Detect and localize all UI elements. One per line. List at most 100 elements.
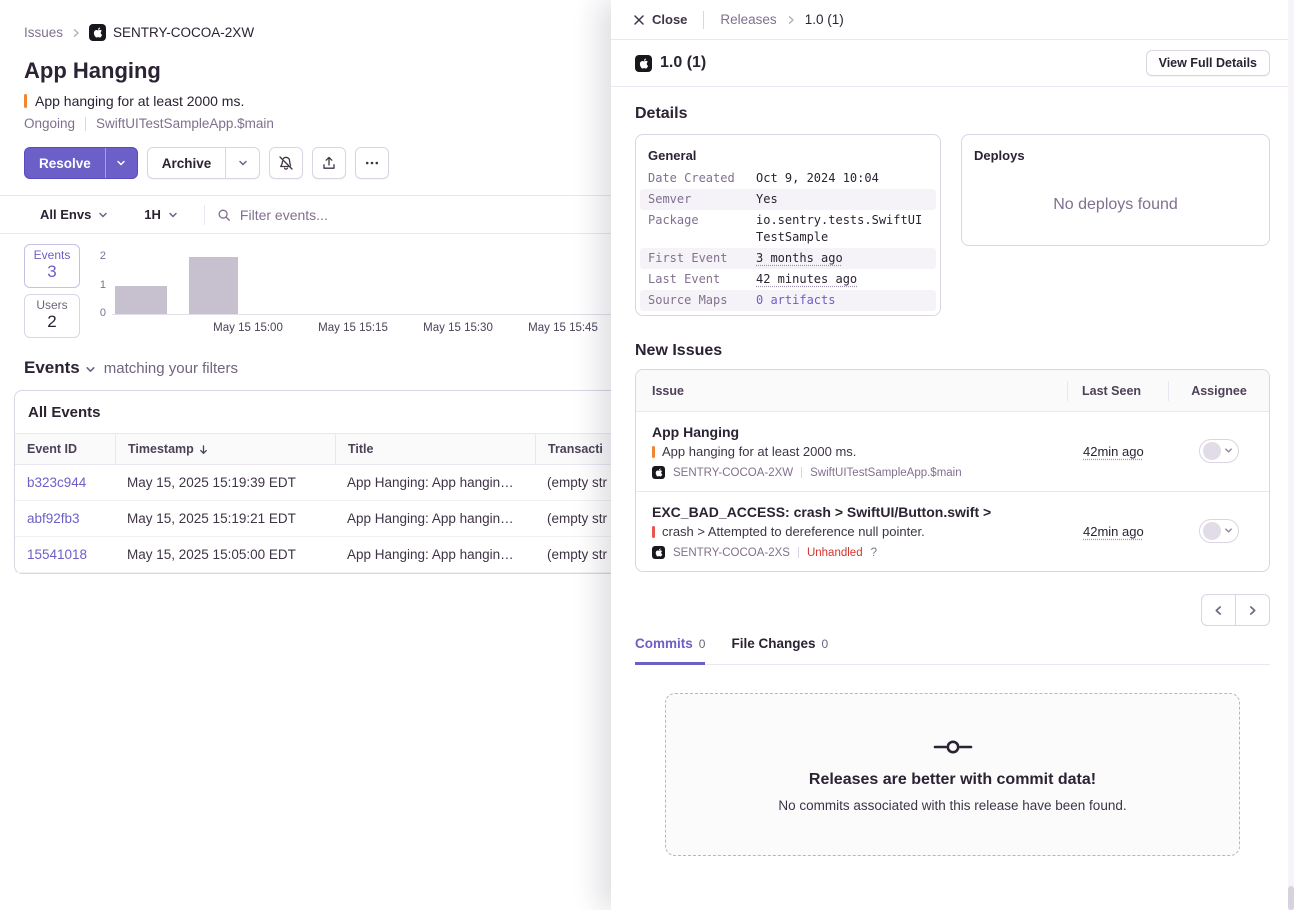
kv-row-first-event: First Event 3 months ago (640, 248, 936, 269)
events-section-toggle[interactable]: Events (24, 358, 96, 378)
scrollbar-track[interactable] (1288, 0, 1294, 910)
chevron-down-icon (85, 364, 96, 375)
column-header-timestamp[interactable]: Timestamp (115, 434, 335, 464)
event-row: abf92fb3 May 15, 2025 15:19:21 EDT App H… (15, 501, 611, 537)
details-cards: General Date Created Oct 9, 2024 10:04 S… (635, 134, 1270, 316)
kv-row-last-event: Last Event 42 minutes ago (640, 269, 936, 290)
view-full-details-button[interactable]: View Full Details (1146, 50, 1270, 76)
column-header-last-seen: Last Seen (1068, 384, 1168, 398)
drawer-header: Close Releases 1.0 (1) (611, 0, 1294, 40)
filter-bar: All Envs 1H (0, 195, 611, 234)
events-section-title: Events (24, 358, 80, 378)
chart-bar (189, 257, 238, 314)
column-header-transaction[interactable]: Transacti (535, 434, 611, 464)
chart-plot (112, 257, 611, 315)
chevron-down-icon (238, 158, 248, 168)
tab-commits[interactable]: Commits 0 (635, 636, 705, 665)
kv-key: Package (648, 212, 756, 246)
date-range-selector-label: 1H (144, 207, 161, 222)
column-header-title[interactable]: Title (335, 434, 535, 464)
resolve-button[interactable]: Resolve (25, 148, 105, 178)
issue-title-link[interactable]: App Hanging (652, 424, 1069, 440)
scrollbar-thumb[interactable] (1288, 886, 1294, 910)
event-id-link[interactable]: abf92fb3 (15, 501, 115, 536)
issue-message-line: crash > Attempted to dereference null po… (652, 524, 1069, 539)
unhandled-tag: Unhandled (807, 547, 863, 559)
issue-title-link[interactable]: EXC_BAD_ACCESS: crash > SwiftUI/Button.s… (652, 504, 1069, 520)
event-transaction: (empty str (535, 501, 611, 536)
share-button[interactable] (312, 147, 346, 179)
help-icon[interactable]: ? (871, 547, 877, 559)
breadcrumb: Issues SENTRY-COCOA-2XW (0, 0, 611, 41)
issue-assignee-cell (1169, 439, 1269, 465)
chevron-right-icon (1247, 605, 1258, 616)
assignee-dropdown[interactable] (1199, 519, 1239, 543)
new-issues-heading: New Issues (635, 342, 1270, 360)
search-icon (217, 208, 231, 222)
deploys-empty-text: No deploys found (966, 168, 1265, 241)
kv-key: Source Maps (648, 292, 756, 309)
graph-stats: Events 3 Users 2 (24, 244, 80, 338)
breadcrumb-releases-link[interactable]: Releases (720, 12, 776, 27)
archive-dropdown-button[interactable] (225, 148, 259, 178)
issue-message: App hanging for at least 2000 ms. (35, 93, 244, 109)
tab-file-changes[interactable]: File Changes 0 (731, 636, 828, 665)
new-issue-row: EXC_BAD_ACCESS: crash > SwiftUI/Button.s… (636, 492, 1269, 571)
close-drawer-button[interactable]: Close (633, 12, 687, 27)
breadcrumb-issues-link[interactable]: Issues (24, 25, 63, 40)
details-heading: Details (635, 105, 1270, 123)
y-axis-tick: 1 (92, 279, 106, 291)
issue-context: SwiftUITestSampleApp.$main (810, 467, 961, 479)
issue-message-line: App hanging for at least 2000 ms. (652, 444, 1069, 459)
avatar-placeholder (1203, 522, 1221, 540)
previous-page-button[interactable] (1201, 594, 1236, 626)
issue-message: crash > Attempted to dereference null po… (662, 524, 925, 539)
x-axis-tick: May 15 15:30 (423, 322, 493, 334)
drawer-body: Details General Date Created Oct 9, 2024… (611, 87, 1294, 910)
events-stat-toggle[interactable]: Events 3 (24, 244, 80, 288)
tab-file-changes-count: 0 (821, 637, 828, 651)
chevron-down-icon (1224, 446, 1233, 455)
ellipsis-icon (364, 155, 380, 171)
event-id-link[interactable]: b323c944 (15, 465, 115, 500)
apple-platform-icon (652, 546, 665, 559)
date-range-selector[interactable]: 1H (144, 207, 178, 222)
users-stat-toggle[interactable]: Users 2 (24, 294, 80, 338)
environment-selector-label: All Envs (40, 207, 91, 222)
events-table-header: Event ID Timestamp Title Transacti (15, 433, 611, 465)
issue-project-slug: SENTRY-COCOA-2XW (673, 467, 793, 479)
archive-split-button: Archive (147, 147, 261, 179)
issue-substatus: Ongoing (24, 116, 75, 131)
issue-meta-line: SENTRY-COCOA-2XS Unhandled ? (652, 546, 1069, 559)
empty-state-title: Releases are better with commit data! (809, 771, 1096, 789)
event-transaction: (empty str (535, 465, 611, 500)
event-timestamp: May 15, 2025 15:19:21 EDT (115, 501, 335, 536)
source-maps-link[interactable]: 0 artifacts (756, 292, 835, 309)
issue-last-seen: 42min ago (1069, 523, 1169, 541)
more-actions-button[interactable] (355, 147, 389, 179)
assignee-dropdown[interactable] (1199, 439, 1239, 463)
close-icon (633, 14, 645, 26)
next-page-button[interactable] (1235, 594, 1270, 626)
kv-value: 42 minutes ago (756, 271, 857, 288)
kv-row-package: Package io.sentry.tests.SwiftUITestSampl… (640, 210, 936, 248)
column-header-event-id[interactable]: Event ID (15, 434, 115, 464)
event-title: App Hanging: App hangin… (335, 465, 535, 500)
archive-button[interactable]: Archive (148, 148, 226, 178)
breadcrumb-project[interactable]: SENTRY-COCOA-2XW (89, 24, 254, 41)
event-graph-section: Events 3 Users 2 2 1 0 May 15 15:00 May … (0, 234, 611, 338)
search-input[interactable] (240, 207, 595, 223)
issue-summary: EXC_BAD_ACCESS: crash > SwiftUI/Button.s… (636, 504, 1069, 559)
resolve-dropdown-button[interactable] (105, 148, 137, 178)
event-id-link[interactable]: 15541018 (15, 537, 115, 572)
kv-value: Oct 9, 2024 10:04 (756, 170, 879, 187)
x-axis-tick: May 15 15:15 (318, 322, 388, 334)
mute-button[interactable] (269, 147, 303, 179)
issue-action-bar: Resolve Archive (24, 147, 587, 195)
chevron-down-icon (168, 210, 178, 220)
event-title: App Hanging: App hangin… (335, 501, 535, 536)
level-indicator (24, 94, 27, 108)
issue-last-seen: 42min ago (1069, 443, 1169, 461)
upload-icon (321, 155, 337, 171)
environment-selector[interactable]: All Envs (40, 207, 108, 222)
